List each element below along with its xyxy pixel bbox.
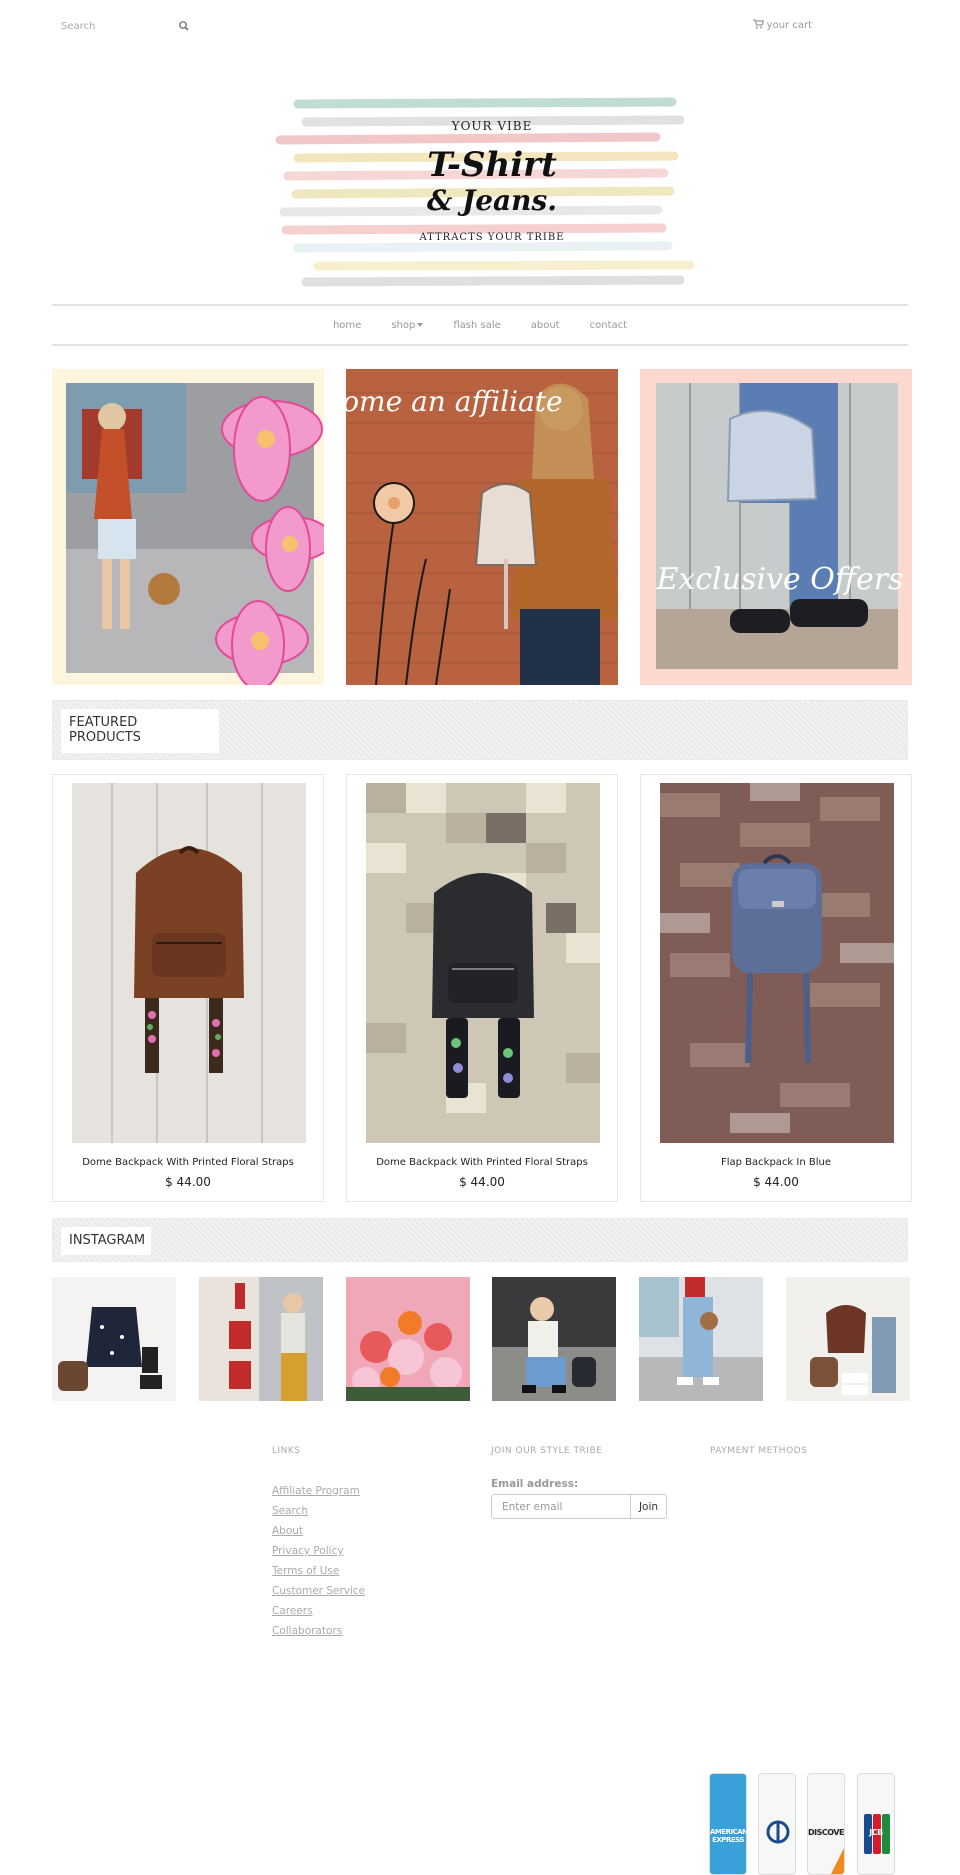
nav-shop-label: shop: [391, 319, 416, 331]
cart-link[interactable]: your cart: [752, 19, 812, 32]
top-bar: your cart: [52, 14, 908, 39]
product-name[interactable]: Flap Backpack In Blue: [641, 1157, 911, 1168]
nav-about[interactable]: about: [531, 320, 560, 331]
cart-label: your cart: [766, 20, 812, 31]
promo-banner-exclusive-offers[interactable]: Exclusive Offers: [640, 369, 912, 685]
footer-payment-column: PAYMENT METHODS: [710, 1446, 807, 1456]
cart-icon: [752, 19, 765, 32]
site-logo[interactable]: YOUR VIBE T-Shirt & Jeans. ATTRACTS YOUR…: [270, 90, 700, 290]
footer-link-customer-service[interactable]: Customer Service: [272, 1585, 365, 1597]
join-button[interactable]: Join: [631, 1494, 667, 1519]
diners-card-icon: [758, 1773, 796, 1875]
product-card[interactable]: Dome Backpack With Printed Floral Straps…: [52, 774, 324, 1202]
promo-banner-flowers[interactable]: [52, 369, 324, 685]
nav-contact[interactable]: contact: [590, 320, 627, 331]
nav-shop[interactable]: shop: [391, 319, 424, 331]
payment-heading: PAYMENT METHODS: [710, 1446, 808, 1456]
product-image[interactable]: [72, 783, 306, 1143]
promo-exclusive-text: Exclusive Offers: [655, 562, 903, 597]
footer-link-affiliate[interactable]: Affiliate Program: [272, 1485, 360, 1497]
search-form: [52, 14, 192, 39]
product-price: $ 44.00: [753, 1175, 799, 1189]
instagram-photo[interactable]: [639, 1277, 763, 1401]
logo-tagline-top: YOUR VIBE: [451, 119, 533, 133]
footer-link-about[interactable]: About: [272, 1525, 303, 1537]
nav-flash-sale[interactable]: flash sale: [453, 320, 500, 331]
footer-links-heading: LINKS: [272, 1446, 301, 1456]
email-input[interactable]: [491, 1494, 631, 1519]
instagram-band: INSTAGRAM: [52, 1218, 908, 1262]
nav-home[interactable]: home: [333, 320, 361, 331]
amex-card-label: AMERICAN EXPRESS: [710, 1828, 747, 1844]
instagram-photo[interactable]: [346, 1277, 470, 1401]
logo-tagline-bottom: ATTRACTS YOUR TRIBE: [418, 232, 564, 243]
instagram-photo[interactable]: [492, 1277, 616, 1401]
instagram-photo[interactable]: [199, 1277, 323, 1401]
search-icon[interactable]: [176, 18, 192, 34]
footer-newsletter-column: JOIN OUR STYLE TRIBE Email address: Join: [491, 1446, 667, 1519]
product-name[interactable]: Dome Backpack With Printed Floral Straps: [347, 1157, 617, 1168]
newsletter-heading: JOIN OUR STYLE TRIBE: [491, 1446, 603, 1456]
footer-link-careers[interactable]: Careers: [272, 1605, 313, 1617]
promo-banner-affiliate[interactable]: Become an affiliate: [346, 369, 618, 685]
product-price: $ 44.00: [459, 1175, 505, 1189]
newsletter-form: Join: [491, 1494, 667, 1519]
discover-card-icon: DISCOVER: [807, 1773, 845, 1875]
featured-products-title: FEATURED PRODUCTS: [61, 709, 219, 753]
featured-products-band: FEATURED PRODUCTS: [52, 700, 908, 760]
search-input[interactable]: [52, 14, 192, 39]
product-price: $ 44.00: [165, 1175, 211, 1189]
email-label: Email address:: [491, 1478, 579, 1490]
instagram-photo[interactable]: [52, 1277, 176, 1401]
chevron-down-icon: [417, 322, 424, 327]
footer-link-collaborators[interactable]: Collaborators: [272, 1625, 342, 1637]
instagram-title: INSTAGRAM: [61, 1227, 151, 1255]
logo-title-2: & Jeans.: [427, 184, 557, 217]
jcb-card-label: JCB: [869, 1828, 883, 1837]
instagram-photo[interactable]: [786, 1277, 910, 1401]
jcb-card-icon: JCB: [857, 1773, 895, 1875]
product-image[interactable]: [660, 783, 894, 1143]
footer-links-list: Affiliate Program Search About Privacy P…: [272, 1479, 365, 1639]
promo-affiliate-text: Become an affiliate: [346, 385, 563, 418]
amex-card-icon: AMERICAN EXPRESS: [709, 1773, 747, 1875]
footer-link-search[interactable]: Search: [272, 1505, 308, 1517]
footer-link-terms[interactable]: Terms of Use: [272, 1565, 339, 1577]
product-card[interactable]: Dome Backpack With Printed Floral Straps…: [346, 774, 618, 1202]
product-card[interactable]: Flap Backpack In Blue $ 44.00: [640, 774, 912, 1202]
product-image[interactable]: [366, 783, 600, 1143]
payment-cards: AMERICAN EXPRESS DISCOVER JCB: [709, 1773, 895, 1875]
footer-links-column: LINKS Affiliate Program Search About Pri…: [272, 1446, 365, 1639]
product-name[interactable]: Dome Backpack With Printed Floral Straps: [53, 1157, 323, 1168]
logo-title: T-Shirt: [427, 145, 557, 185]
footer-link-privacy[interactable]: Privacy Policy: [272, 1545, 344, 1557]
main-nav: home shop flash sale about contact: [52, 304, 908, 346]
